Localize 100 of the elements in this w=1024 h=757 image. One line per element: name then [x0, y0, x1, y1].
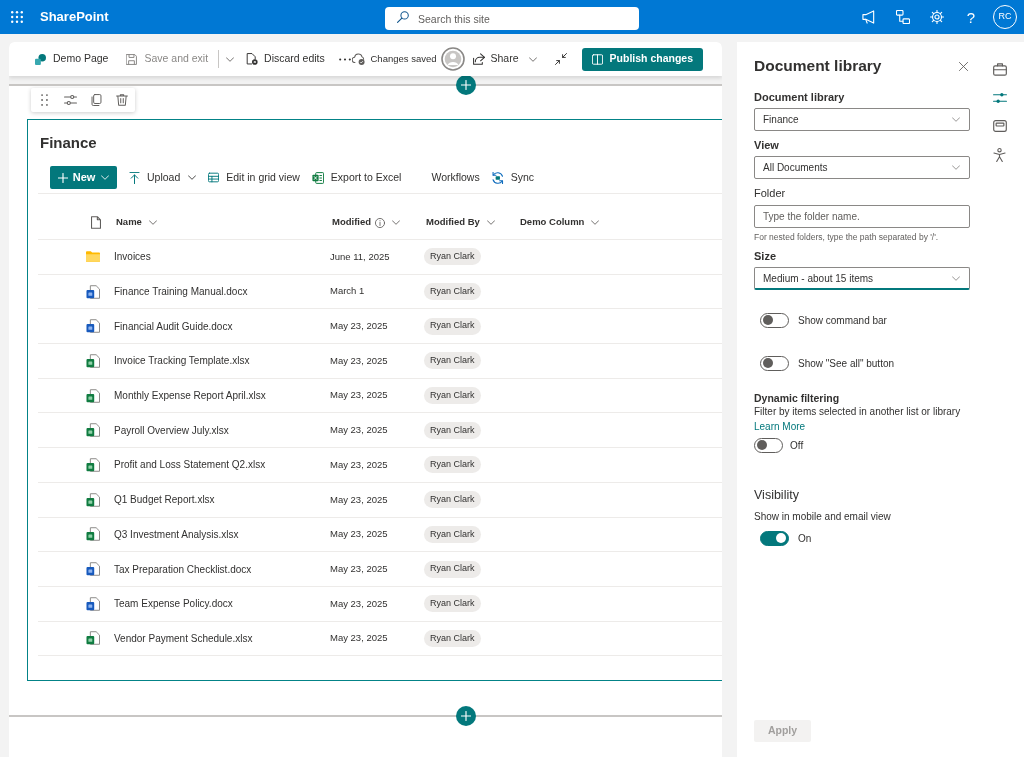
modified-date: June 11, 2025 [330, 249, 390, 264]
column-header[interactable]: Modified [332, 215, 401, 230]
section-heading: Dynamic filtering [754, 391, 840, 405]
file-name-link[interactable]: Q3 Investment Analysis.xlsx [114, 526, 239, 542]
person-chip[interactable]: Ryan Clark [424, 525, 481, 543]
person-chip[interactable]: Ryan Clark [424, 248, 481, 266]
toggle-state: On [798, 531, 812, 546]
chevron-down-icon [148, 220, 157, 225]
publish-button[interactable]: Publish changes [581, 47, 703, 71]
file-name-link[interactable]: Payroll Overview July.xlsx [114, 422, 229, 438]
person-chip[interactable]: Ryan Clark [424, 283, 481, 301]
chevron-down-icon[interactable] [226, 56, 235, 62]
command-button[interactable]: Workflows [431, 166, 480, 189]
cloud-check-icon [351, 53, 365, 65]
toggle-switch[interactable] [760, 355, 789, 371]
settings-icon[interactable] [930, 10, 944, 24]
collapse-button[interactable] [554, 53, 567, 65]
section-description: Show in mobile and email view [754, 510, 891, 524]
learn-more-link[interactable]: Learn More [754, 420, 806, 434]
person-chip[interactable]: Ryan Clark [424, 421, 481, 439]
sliders-icon[interactable] [63, 94, 77, 106]
new-button[interactable]: New [50, 166, 117, 189]
discard-edits-button[interactable]: Discard edits [246, 51, 325, 67]
toggle-state: Off [790, 438, 804, 453]
command-button[interactable]: Upload [129, 166, 197, 189]
file-icon [91, 216, 101, 229]
dropdown[interactable]: Finance [754, 108, 970, 131]
file-name-link[interactable]: Vendor Payment Schedule.xlsx [114, 630, 253, 646]
file-name-link[interactable]: Tax Preparation Checklist.docx [114, 561, 252, 577]
file-name-link[interactable]: Q1 Budget Report.xlsx [114, 492, 215, 508]
text-field[interactable]: Type the folder name. [754, 205, 970, 228]
upload-icon [129, 171, 140, 184]
command-button[interactable]: Sync [491, 166, 534, 189]
delete-icon[interactable] [116, 94, 128, 106]
spreadsheet-icon [86, 527, 100, 542]
file-name-link[interactable]: Invoice Tracking Template.xlsx [114, 353, 250, 369]
add-section-button[interactable] [456, 706, 476, 726]
plus-icon [57, 172, 68, 183]
copy-icon[interactable] [90, 94, 102, 106]
megaphone-icon[interactable] [862, 10, 876, 24]
chevron-down-icon [952, 275, 960, 281]
waffle-icon[interactable] [11, 11, 23, 23]
grid-icon [208, 172, 220, 183]
toggle-switch[interactable] [754, 437, 783, 453]
file-name-link[interactable]: Profit and Loss Statement Q2.xlsx [114, 457, 266, 473]
person-chip[interactable]: Ryan Clark [424, 560, 481, 578]
close-icon[interactable] [959, 61, 968, 71]
person-chip[interactable]: Ryan Clark [424, 387, 481, 405]
panel-title: Document library [754, 56, 882, 77]
column-header[interactable]: Name [116, 215, 157, 230]
modified-date: May 23, 2025 [330, 492, 388, 507]
dropdown[interactable]: All Documents [754, 156, 970, 179]
more-icon[interactable] [338, 57, 351, 61]
file-name-link[interactable]: Finance Training Manual.docx [114, 284, 248, 300]
file-name-link[interactable]: Invoices [114, 249, 151, 265]
command-button[interactable]: Edit in grid view [208, 166, 300, 189]
toggle-switch[interactable] [760, 530, 789, 546]
file-name-link[interactable]: Monthly Expense Report April.xlsx [114, 388, 266, 404]
spreadsheet-icon [86, 388, 100, 403]
collapse-arrows-icon [554, 53, 567, 65]
briefcase-icon[interactable] [993, 63, 1007, 76]
column-header[interactable]: Modified By [426, 215, 495, 230]
spreadsheet-icon [86, 492, 100, 507]
chevron-down-icon [392, 220, 401, 225]
card-icon[interactable] [993, 120, 1007, 132]
columns-icon [591, 53, 603, 65]
command-button[interactable]: Export to Excel [311, 166, 402, 189]
modified-date: May 23, 2025 [330, 388, 388, 403]
toggle-switch[interactable] [760, 312, 789, 328]
search-field[interactable]: Search this site [385, 7, 639, 30]
person-chip[interactable]: Ryan Clark [424, 491, 481, 509]
help-button[interactable]: ? [966, 9, 976, 25]
document-icon [86, 284, 100, 299]
chevron-down-icon [952, 165, 960, 170]
file-name-link[interactable]: Team Expense Policy.docx [114, 596, 233, 612]
person-chip[interactable]: Ryan Clark [424, 352, 481, 370]
file-name-link[interactable]: Financial Audit Guide.docx [114, 318, 233, 334]
person-chip[interactable]: Ryan Clark [424, 629, 481, 647]
avatar-icon[interactable] [440, 47, 465, 71]
field-hint: For nested folders, type the path separated by '/'. [754, 231, 939, 243]
person-chip[interactable]: Ryan Clark [424, 456, 481, 474]
spreadsheet-icon [86, 353, 100, 368]
person-chip[interactable]: Ryan Clark [424, 317, 481, 335]
app-name: SharePoint [40, 8, 109, 27]
connected-boxes-icon[interactable] [896, 10, 910, 24]
column-header[interactable]: Demo Column [520, 215, 600, 230]
share-button[interactable]: Share [472, 51, 537, 67]
spreadsheet-icon [86, 631, 100, 646]
discard-icon [246, 53, 259, 65]
figure-icon[interactable] [993, 148, 1006, 162]
share-icon [472, 53, 485, 65]
dropdown[interactable]: Medium - about 15 items [754, 267, 970, 290]
sliders-icon[interactable] [993, 92, 1007, 104]
person-chip[interactable]: Ryan Clark [424, 595, 481, 613]
field-label: Size [754, 249, 776, 264]
drag-handle-icon[interactable] [40, 94, 48, 106]
spreadsheet-icon [86, 457, 100, 472]
page-title-button[interactable]: Demo Page [35, 51, 109, 67]
modified-date: May 23, 2025 [330, 596, 388, 611]
section-heading: Visibility [754, 487, 799, 504]
